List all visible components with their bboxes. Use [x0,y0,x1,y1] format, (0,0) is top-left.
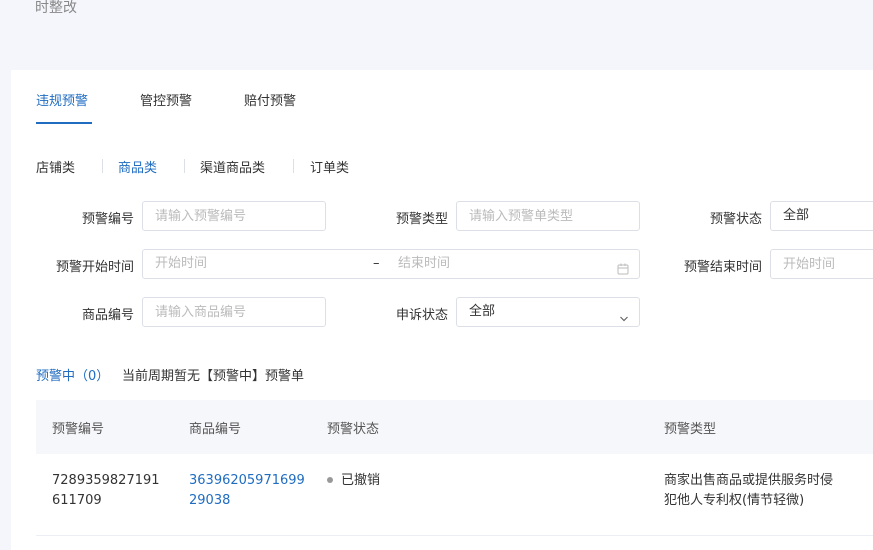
subtab-divider [184,159,185,173]
subtab-product[interactable]: 商品类 [118,157,157,176]
warning-count[interactable]: 预警中（0） [36,365,109,384]
start-time-range-picker[interactable]: 开始时间 结束时间 [142,249,640,279]
row-divider [36,535,873,536]
warning-type-label: 预警类型 [395,212,448,227]
chevron-down-icon [619,307,629,335]
cell-type: 商家出售商品或提供服务时侵 犯他人专利权(情节轻微) [664,473,834,508]
subtab-shop[interactable]: 店铺类 [36,157,75,176]
end-time-label: 预警结束时间 [683,260,762,275]
warning-type-input[interactable] [456,201,640,231]
cell-status: 已撤销 [327,471,380,491]
warning-no-label: 预警编号 [81,212,134,227]
product-no-label: 商品编号 [81,308,134,323]
subtab-channel-product[interactable]: 渠道商品类 [200,157,265,176]
subtab-divider [293,159,294,173]
tab-violation-warning[interactable]: 违规预警 [36,90,88,109]
appeal-status-value: 全部 [469,304,496,319]
range-separator: – [373,256,380,271]
cell-product-no-link[interactable]: 36396205971699 29038 [189,471,305,511]
product-no-input[interactable] [142,297,326,327]
tab-compensation-warning[interactable]: 赔付预警 [244,90,296,109]
status-text: 已撤销 [341,473,381,488]
page-description-fragment: 时整改 [35,0,77,16]
appeal-status-label: 申诉状态 [395,308,448,323]
subtab-order[interactable]: 订单类 [310,157,349,176]
warning-status-value: 全部 [783,208,810,223]
column-header-product-no: 商品编号 [189,422,242,437]
appeal-status-select[interactable]: 全部 [456,297,640,327]
start-time-label: 预警开始时间 [55,260,134,275]
column-header-warning-no: 预警编号 [52,422,105,437]
table-header [36,400,873,454]
column-header-status: 预警状态 [327,422,380,437]
tab-control-warning[interactable]: 管控预警 [140,90,192,109]
subtab-divider [102,159,103,173]
end-time-input[interactable] [770,249,873,279]
status-dot [327,476,333,483]
warning-empty-message: 当前周期暂无【预警中】预警单 [122,369,305,384]
calendar-icon [617,258,629,286]
range-from-placeholder: 开始时间 [155,256,208,271]
warning-status-select[interactable]: 全部 [770,201,873,231]
column-header-type: 预警类型 [664,422,717,437]
cell-warning-no: 7289359827191 611709 [52,473,160,508]
range-to-placeholder: 结束时间 [398,256,451,271]
active-tab-indicator [36,122,92,124]
warning-no-input[interactable] [142,201,326,231]
warning-status-label: 预警状态 [709,212,762,227]
